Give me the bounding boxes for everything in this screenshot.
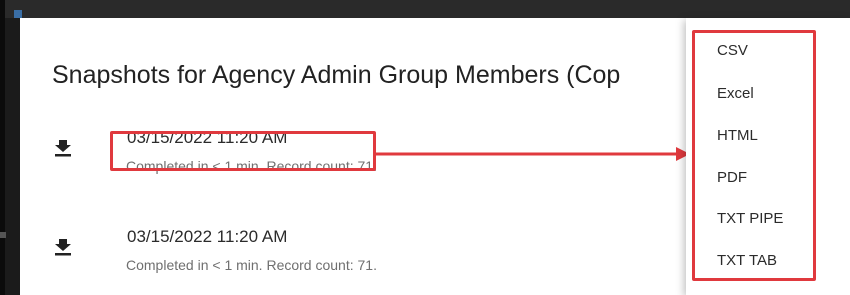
- download-icon[interactable]: [53, 138, 73, 158]
- app-header-background: [0, 0, 850, 18]
- header-accent: [14, 10, 22, 18]
- annotation-highlight-date: [110, 131, 376, 171]
- backdrop-marker: [0, 232, 6, 238]
- snapshot-date-link[interactable]: 03/15/2022 11:20 AM: [127, 227, 287, 247]
- window-edge: [0, 0, 5, 295]
- snapshot-status: Completed in < 1 min. Record count: 71.: [126, 257, 377, 273]
- annotation-highlight-menu: [692, 30, 816, 281]
- annotation-arrow: [376, 147, 690, 161]
- download-icon[interactable]: [53, 237, 73, 257]
- dialog-title: Snapshots for Agency Admin Group Members…: [52, 61, 621, 89]
